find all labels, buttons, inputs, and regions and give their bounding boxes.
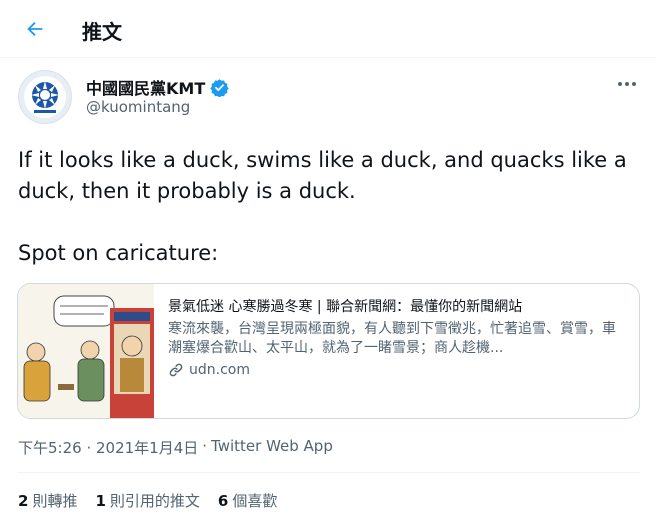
page-title: 推文	[82, 20, 122, 44]
card-description: 寒流來襲，台灣呈現兩極面貌，有人聽到下雪徵兆，忙著追雪、賞雪，車潮塞爆合歡山、太…	[168, 321, 616, 356]
tweet-text: If it looks like a duck, swims like a du…	[18, 145, 643, 300]
stat-count: 1	[95, 492, 106, 510]
link-icon	[169, 363, 183, 377]
more-options-button[interactable]	[612, 74, 642, 94]
stat-retweets[interactable]: 2 則轉推	[18, 490, 77, 511]
stat-count: 2	[18, 492, 29, 510]
author-handle[interactable]: @kuomintang	[86, 98, 190, 116]
card-domain: udn.com	[168, 362, 628, 378]
verified-badge-icon	[210, 78, 229, 97]
arrow-left-icon	[27, 21, 43, 37]
back-button[interactable]	[18, 12, 52, 46]
divider	[18, 472, 640, 473]
party-logo-icon	[24, 76, 66, 118]
tweet-meta: 下午5:26 · 2021年1月4日 · Twitter Web App	[18, 437, 333, 458]
card-thumbnail	[18, 284, 154, 418]
card-domain-label: udn.com	[189, 362, 250, 378]
stat-count: 6	[217, 492, 229, 510]
tweet-timestamp[interactable]: 下午5:26 · 2021年1月4日	[18, 437, 198, 458]
tweet-text-line: If it looks like a duck, swims like a du…	[18, 148, 627, 203]
author-name-row: 中國國民黨KMT	[86, 75, 229, 99]
stat-label: 則引用的推文	[109, 492, 200, 510]
author-display-name[interactable]: 中國國民黨KMT	[86, 75, 205, 99]
tweet-text-line: Spot on caricature:	[18, 241, 219, 265]
stat-label: 則轉推	[32, 492, 78, 510]
avatar[interactable]	[18, 70, 72, 124]
caricature-thumbnail-image	[18, 284, 154, 418]
card-body: 景氣低迷 心寒勝過冬寒 | 聯合新聞網：最懂你的新聞網站 寒流來襲，台灣呈現兩極…	[168, 298, 628, 378]
more-options-icon	[618, 82, 636, 86]
card-title: 景氣低迷 心寒勝過冬寒 | 聯合新聞網：最懂你的新聞網站	[168, 299, 523, 315]
top-bar: 推文	[0, 0, 656, 58]
engagement-stats: 2 則轉推 1 則引用的推文 6 個喜歡	[18, 490, 277, 511]
stat-likes[interactable]: 6 個喜歡	[218, 490, 277, 511]
meta-separator: ·	[202, 437, 208, 455]
stat-quote-tweets[interactable]: 1 則引用的推文	[95, 490, 199, 511]
stat-label: 個喜歡	[232, 492, 278, 510]
tweet-source[interactable]: Twitter Web App	[211, 437, 333, 458]
link-preview-card[interactable]: 景氣低迷 心寒勝過冬寒 | 聯合新聞網：最懂你的新聞網站 寒流來襲，台灣呈現兩極…	[17, 283, 640, 419]
